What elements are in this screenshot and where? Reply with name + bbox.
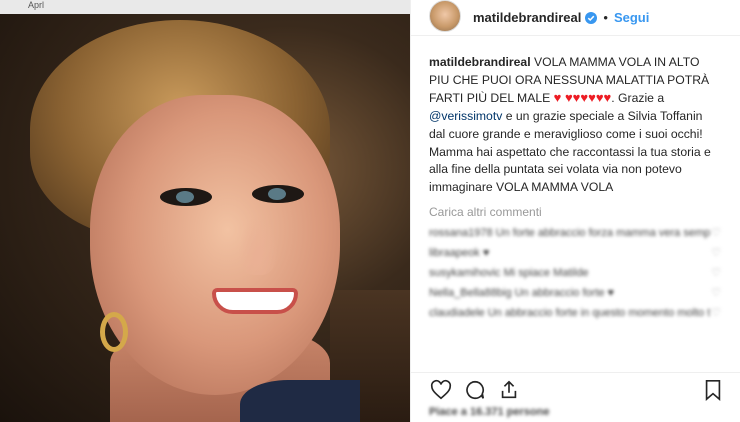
caption-text-2: . Grazie a — [611, 91, 665, 106]
load-more-comments-link[interactable]: Carica altri commenti — [411, 197, 740, 219]
photo-top-bar-label: Aprl — [28, 0, 45, 10]
list-item: Nella_Bella88big Un abbraccio forte ♥ ♡ — [429, 283, 722, 303]
photo-eye-right — [252, 185, 304, 203]
photo-top-bar: Aprl — [0, 0, 410, 14]
list-item: libraapeok ♥ ♡ — [429, 243, 722, 263]
post-photo[interactable]: Aprl — [0, 0, 410, 422]
header-separator: • — [603, 10, 608, 25]
likes-count[interactable]: Piace a 16.371 persone — [429, 406, 549, 418]
comment-text: susykamihovic Mi spiace Matilde — [429, 266, 589, 279]
post-side-panel: matildebrandireal • Segui matildebrandir… — [410, 0, 740, 422]
post-action-bar — [411, 372, 740, 406]
comments-list: rossana1978 Un forte abbraccio forza mam… — [411, 219, 740, 323]
comment-bubble-icon[interactable] — [461, 376, 489, 404]
list-item: claudiadele Un abbraccio forte in questo… — [429, 303, 722, 323]
comment-text: Nella_Bella88big Un abbraccio forte ♥ — [429, 286, 615, 299]
list-item: susykamihovic Mi spiace Matilde ♡ — [429, 263, 722, 283]
caption-mention-link[interactable]: @verissimotv — [429, 109, 502, 123]
avatar[interactable] — [429, 0, 461, 32]
header-username[interactable]: matildebrandireal — [473, 10, 581, 25]
comment-like-icon[interactable]: ♡ — [710, 226, 722, 239]
photo-collar — [240, 380, 360, 422]
photo-nose — [238, 215, 278, 275]
comment-text: rossana1978 Un forte abbraccio forza mam… — [429, 226, 710, 239]
comment-like-icon[interactable]: ♡ — [710, 306, 722, 319]
post-header: matildebrandireal • Segui — [411, 0, 740, 36]
post-caption: matildebrandireal VOLA MAMMA VOLA IN ALT… — [411, 36, 740, 197]
share-icon[interactable] — [495, 376, 523, 404]
photo-earring — [100, 312, 128, 352]
verified-badge-icon — [585, 11, 598, 24]
caption-hearts: ♥ ♥♥♥♥♥♥ — [553, 90, 612, 106]
photo-eye-left — [160, 188, 212, 206]
follow-button[interactable]: Segui — [614, 10, 649, 25]
list-item: rossana1978 Un forte abbraccio forza mam… — [429, 223, 722, 243]
comment-like-icon[interactable]: ♡ — [710, 266, 722, 279]
heart-outline-icon[interactable] — [427, 376, 455, 404]
comment-like-icon[interactable]: ♡ — [710, 286, 722, 299]
photo-face — [90, 95, 340, 395]
comment-text: claudiadele Un abbraccio forte in questo… — [429, 306, 710, 319]
photo-smile — [212, 288, 298, 314]
comment-text: libraapeok ♥ — [429, 246, 490, 259]
bookmark-icon[interactable] — [699, 376, 727, 404]
caption-username[interactable]: matildebrandireal — [429, 55, 531, 69]
comment-like-icon[interactable]: ♡ — [710, 246, 722, 259]
